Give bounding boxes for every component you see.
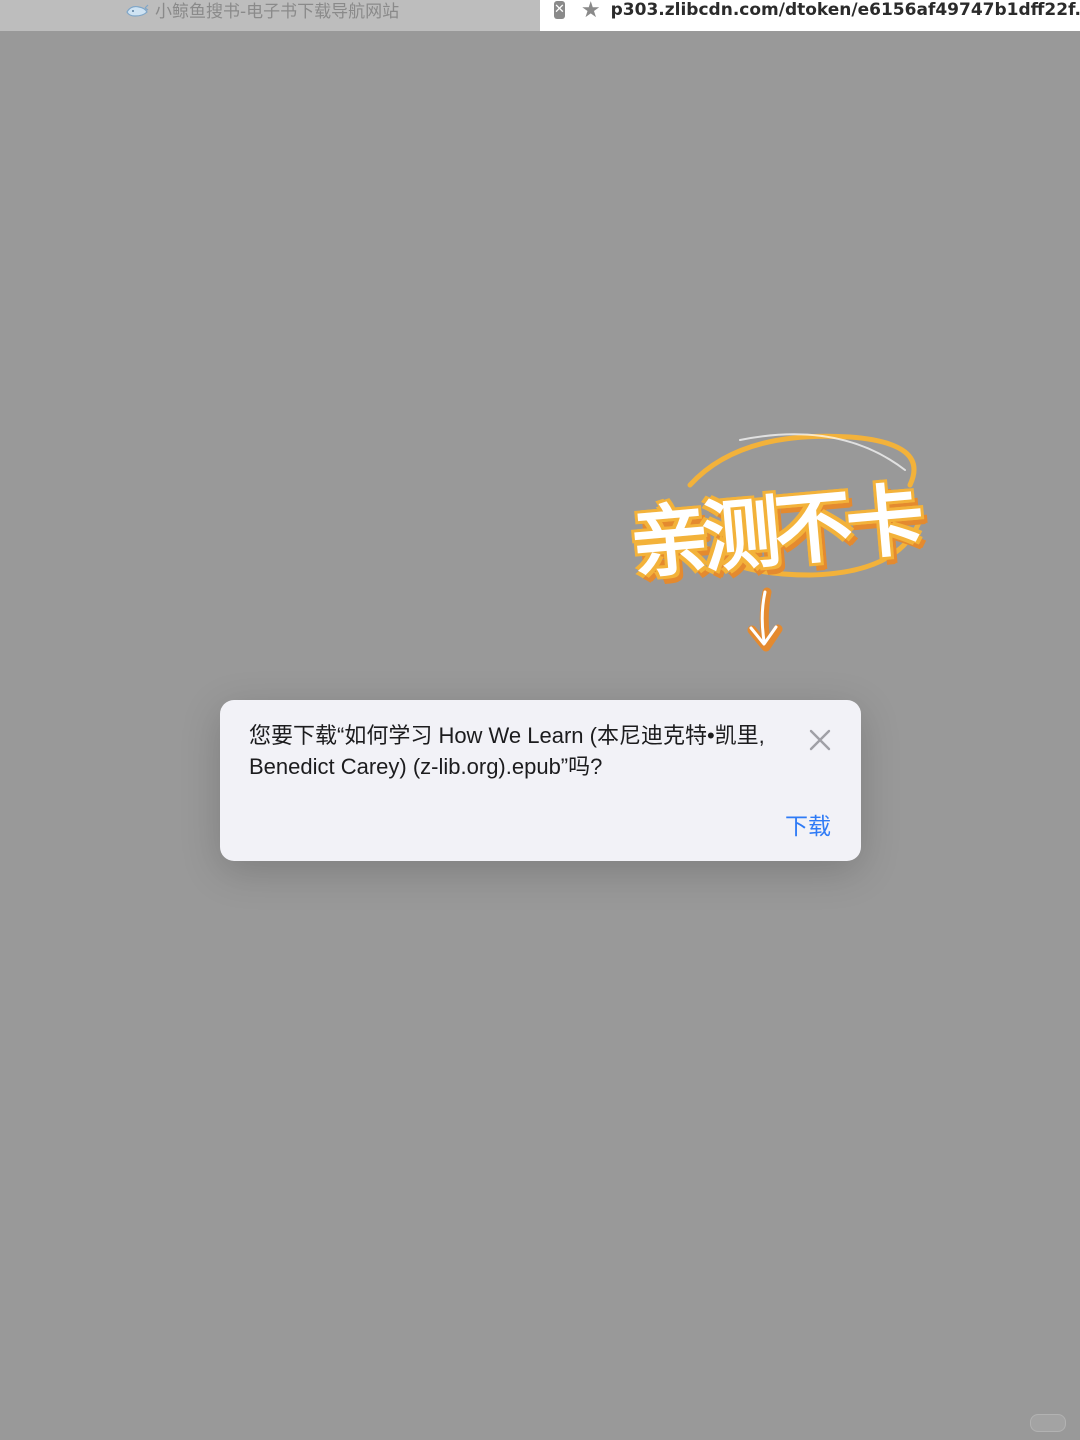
whale-icon	[126, 4, 149, 17]
close-icon[interactable]	[806, 726, 834, 754]
watermark	[1030, 1414, 1066, 1432]
dialog-message: 您要下载“如何学习 How We Learn (本尼迪克特•凯里, Benedi…	[249, 723, 765, 779]
star-icon[interactable]: ★	[581, 0, 601, 23]
download-dialog: 您要下载“如何学习 How We Learn (本尼迪克特•凯里, Benedi…	[220, 700, 861, 861]
browser-tab-bar: 小鲸鱼搜书-电子书下载导航网站 ✕ ★ p303.zlibcdn.com/dto…	[0, 0, 1080, 31]
arrow-down-icon	[747, 587, 783, 652]
tab-title: 小鲸鱼搜书-电子书下载导航网站	[155, 2, 400, 22]
download-button[interactable]: 下载	[785, 807, 831, 841]
tab-title: p303.zlibcdn.com/dtoken/e6156af49747b1df…	[610, 0, 1080, 20]
tab-xiaojingyu[interactable]: 小鲸鱼搜书-电子书下载导航网站	[0, 0, 540, 31]
sticker-graphic: 亲测不卡	[620, 425, 990, 665]
tab-zlibcdn[interactable]: ✕ ★ p303.zlibcdn.com/dtoken/e6156af49747…	[540, 0, 1080, 31]
close-icon[interactable]: ✕	[554, 0, 565, 19]
